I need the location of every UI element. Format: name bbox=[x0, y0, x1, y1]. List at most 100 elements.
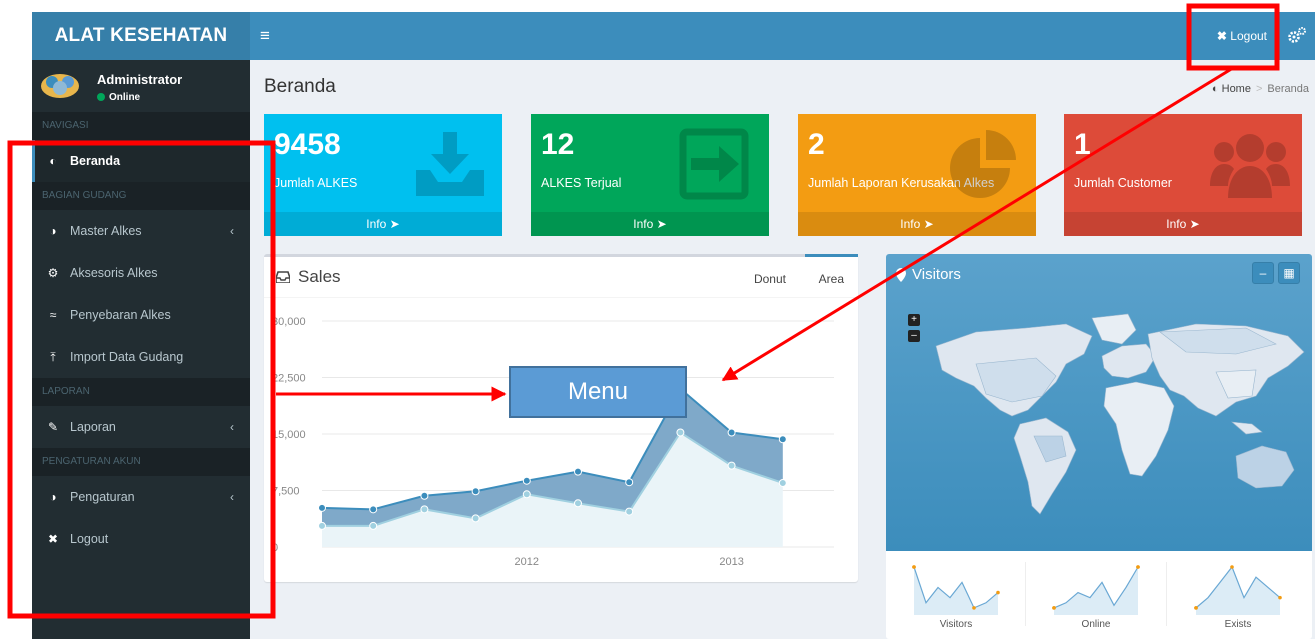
breadcrumb: ◐ Home > Beranda bbox=[1212, 83, 1309, 95]
data-point bbox=[574, 467, 582, 476]
stat-info-link[interactable]: Info ➤ bbox=[1064, 212, 1302, 236]
sidebar-item-beranda[interactable]: ◐ Beranda bbox=[32, 140, 250, 182]
breadcrumb-current: Beranda bbox=[1267, 83, 1309, 95]
data-point bbox=[471, 514, 480, 523]
navbar-logout-label: Logout bbox=[1230, 29, 1267, 43]
sparkline-area bbox=[1196, 567, 1280, 615]
sidebar-item-label: Logout bbox=[70, 532, 109, 546]
calendar-button[interactable]: ▦ bbox=[1278, 262, 1300, 284]
divider bbox=[264, 297, 858, 298]
avatar bbox=[41, 74, 79, 98]
visitors-map-area: Visitors – ▦ + – bbox=[886, 254, 1312, 551]
sidebar-item-label: Import Data Gudang bbox=[70, 350, 184, 364]
user-name: Administrator bbox=[97, 72, 183, 87]
sparkline-point bbox=[1278, 595, 1282, 600]
stat-box-alkes-terjual: 12 ALKES Terjual Info ➤ bbox=[531, 114, 769, 236]
sparkline-area bbox=[1054, 567, 1138, 615]
sidebar-item-label: Penyebaran Alkes bbox=[70, 308, 171, 322]
menu-callout: Menu bbox=[509, 366, 687, 418]
sidebar-item-label: Beranda bbox=[70, 154, 121, 168]
divider bbox=[1025, 562, 1026, 626]
users-icon bbox=[1210, 134, 1290, 198]
tab-donut[interactable]: Donut bbox=[740, 257, 800, 297]
app-logo[interactable]: ALAT KESEHATAN bbox=[32, 12, 250, 60]
sparkline-point bbox=[972, 606, 976, 610]
data-point bbox=[318, 503, 326, 512]
sparkline-label: Online bbox=[1081, 619, 1111, 630]
stat-box-laporan-kerusakan: 2 Jumlah Laporan Kerusakan Alkes Info ➤ bbox=[798, 114, 1036, 236]
arrow-circle-right-icon: ➤ bbox=[1189, 217, 1200, 231]
pie-chart-icon bbox=[950, 130, 1016, 198]
sparkline-point bbox=[1136, 565, 1140, 569]
sparkline-area bbox=[914, 567, 998, 615]
sidebar-item-master-alkes[interactable]: ◑ Master Alkes ‹ bbox=[32, 210, 250, 252]
sidebar-item-aksesoris-alkes[interactable]: ⚙ Aksesoris Alkes bbox=[32, 252, 250, 294]
gears-icon[interactable] bbox=[1287, 26, 1307, 46]
sparkline-chart bbox=[1194, 565, 1282, 615]
data-point bbox=[574, 499, 582, 508]
sidebar-section-laporan: LAPORAN bbox=[32, 378, 250, 406]
stat-info-link[interactable]: Info ➤ bbox=[264, 212, 502, 236]
sidebar-item-pengaturan[interactable]: ◑ Pengaturan ‹ bbox=[32, 476, 250, 518]
breadcrumb-home-link[interactable]: Home bbox=[1222, 83, 1251, 95]
user-status-label: Online bbox=[109, 92, 141, 103]
sparkline-online: Online bbox=[1034, 557, 1158, 637]
data-point bbox=[778, 478, 787, 487]
edit-icon: ✎ bbox=[47, 420, 59, 434]
sparkline-point bbox=[1052, 606, 1056, 610]
data-point bbox=[522, 476, 531, 485]
dashboard-icon: ◐ bbox=[49, 154, 57, 168]
sidebar-section-bagian-gudang: BAGIAN GUDANG bbox=[32, 182, 250, 210]
stat-info-label: Info bbox=[633, 217, 654, 231]
sidebar-item-import-data-gudang[interactable]: ⤒ Import Data Gudang bbox=[32, 336, 250, 378]
tab-area[interactable]: Area bbox=[804, 254, 858, 294]
top-navbar: ≡ ✖ Logout bbox=[250, 12, 1315, 60]
close-icon: ✖ bbox=[47, 532, 59, 546]
data-point bbox=[369, 505, 378, 514]
x-tick-label: 2012 bbox=[515, 556, 539, 568]
visitors-panel: Visitors – ▦ + – Visitors Online Exists bbox=[886, 254, 1312, 639]
stat-info-label: Info bbox=[900, 217, 921, 231]
sparkline-point bbox=[912, 565, 916, 569]
sales-area-chart: 0 7,500 15,000 22,500 30,000 2012 2013 bbox=[272, 316, 834, 568]
collapse-button[interactable]: – bbox=[1252, 262, 1274, 284]
y-tick-label: 0 bbox=[272, 542, 278, 554]
navbar-logout-button[interactable]: ✖ Logout bbox=[1207, 12, 1277, 60]
sidebar-item-label: Aksesoris Alkes bbox=[70, 266, 158, 280]
page-title: Beranda bbox=[264, 76, 336, 97]
sparkline-point bbox=[996, 590, 1000, 595]
stat-box-jumlah-customer: 1 Jumlah Customer Info ➤ bbox=[1064, 114, 1302, 236]
chevron-left-icon: ‹ bbox=[230, 420, 234, 434]
sidebar-item-penyebaran-alkes[interactable]: ≈ Penyebaran Alkes bbox=[32, 294, 250, 336]
sidebar-section-pengaturan-akun: PENGATURAN AKUN bbox=[32, 448, 250, 476]
sidebar-item-logout[interactable]: ✖ Logout bbox=[32, 518, 250, 560]
stat-info-label: Info bbox=[366, 217, 387, 231]
stat-info-link[interactable]: Info ➤ bbox=[531, 212, 769, 236]
stat-number: 1 bbox=[1074, 128, 1091, 161]
data-point bbox=[522, 490, 531, 499]
arrow-circle-right-icon: ➤ bbox=[656, 217, 667, 231]
sidebar-toggle-icon[interactable]: ≡ bbox=[260, 26, 280, 46]
sign-in-icon bbox=[679, 128, 749, 200]
stat-box-jumlah-alkes: 9458 Jumlah ALKES Info ➤ bbox=[264, 114, 502, 236]
chevron-left-icon: ‹ bbox=[230, 224, 234, 238]
y-tick-label: 15,000 bbox=[272, 429, 306, 441]
sparkline-chart bbox=[1052, 565, 1140, 615]
stat-number: 2 bbox=[808, 128, 825, 161]
data-point bbox=[369, 521, 378, 530]
status-dot-icon bbox=[97, 93, 105, 101]
data-point bbox=[318, 521, 326, 530]
sidebar: Administrator Online NAVIGASI ◐ Beranda B… bbox=[32, 60, 250, 639]
chevron-left-icon: ‹ bbox=[230, 490, 234, 504]
user-panel: Administrator Online bbox=[32, 60, 250, 112]
stat-info-link[interactable]: Info ➤ bbox=[798, 212, 1036, 236]
world-map[interactable] bbox=[916, 306, 1308, 526]
sparkline-visitors: Visitors bbox=[894, 557, 1018, 637]
stat-number: 12 bbox=[541, 128, 575, 161]
arrow-circle-right-icon: ➤ bbox=[389, 217, 400, 231]
visitors-title: Visitors bbox=[912, 266, 961, 283]
sidebar-item-laporan[interactable]: ✎ Laporan ‹ bbox=[32, 406, 250, 448]
data-point bbox=[676, 428, 685, 437]
sparkline-label: Visitors bbox=[939, 619, 973, 630]
inbox-icon bbox=[276, 271, 290, 283]
